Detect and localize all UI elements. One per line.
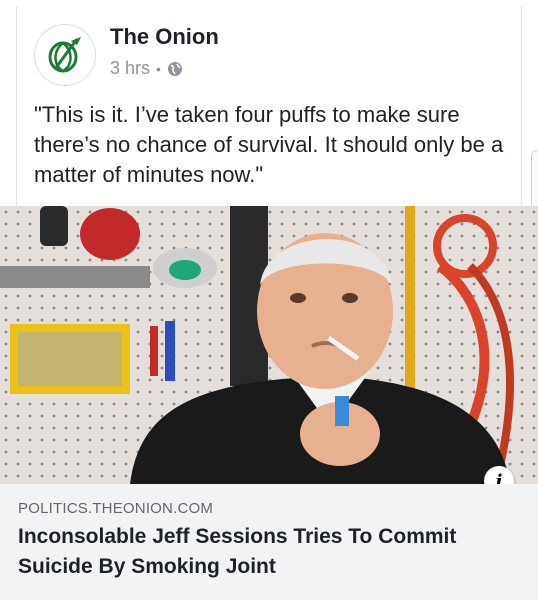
link-preview-image[interactable]: [0, 206, 538, 484]
photo-illustration: [0, 206, 538, 484]
link-domain: POLITICS.THEONION.COM: [18, 500, 214, 517]
link-headline[interactable]: Inconsolable Jeff Sessions Tries To Comm…: [18, 522, 518, 582]
page-avatar[interactable]: [34, 24, 96, 86]
post-timestamp[interactable]: 3 hrs: [110, 58, 150, 79]
post-text: "This is it. I’ve taken four puffs to ma…: [34, 102, 504, 187]
link-preview[interactable]: POLITICS.THEONION.COM Inconsolable Jeff …: [0, 484, 538, 600]
page-name[interactable]: The Onion: [110, 24, 219, 50]
meta-separator: •: [156, 60, 161, 77]
post-meta: 3 hrs •: [110, 58, 183, 79]
post-header: The Onion 3 hrs •: [34, 20, 504, 90]
onion-logo-icon: [48, 37, 81, 73]
globe-icon: [167, 61, 182, 76]
